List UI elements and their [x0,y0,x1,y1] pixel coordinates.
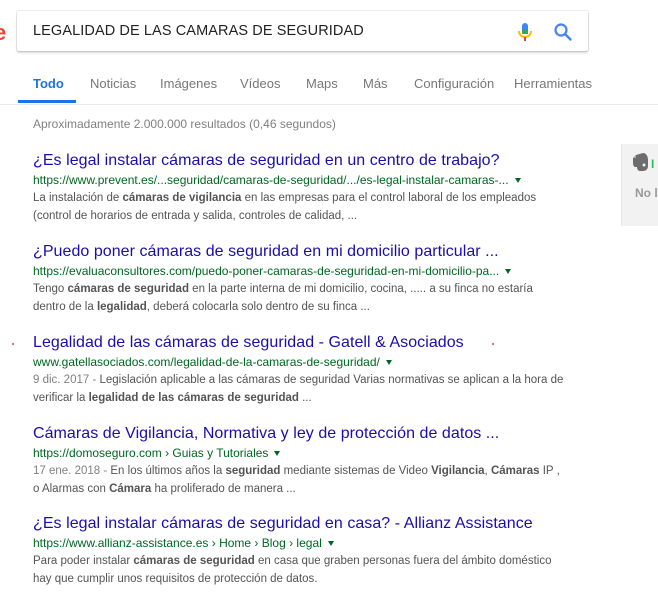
snippet-text: mediante sistemas de Video [280,465,432,477]
snippet-highlight: cámaras de seguridad [133,555,255,567]
snippet-text: IP , [539,465,560,477]
result-url-text: https://domoseguro.com › Guias y Tutoria… [33,446,269,460]
result-snippet: Tengo cámaras de seguridad en la parte i… [33,280,593,316]
decorative-dot [492,343,494,345]
snippet-line: Para poder instalar cámaras de seguridad… [33,552,593,570]
snippet-text: Tengo [33,283,68,295]
tabs-divider [0,104,658,105]
result-title-link[interactable]: ¿Es legal instalar cámaras de seguridad … [33,514,593,534]
result-url-text: https://evaluaconsultores.com/puedo-pone… [33,264,500,278]
result-url-text: https://www.allianz-assistance.es › Home… [33,536,322,550]
tab-todo[interactable]: Todo [33,76,64,91]
result-snippet: Para poder instalar cámaras de seguridad… [33,552,593,588]
snippet-highlight: cámaras de seguridad [67,283,189,295]
snippet-text: verificar la [33,392,89,404]
snippet-highlight: Vigilancia [431,465,485,477]
result-title-link[interactable]: ¿Es legal instalar cámaras de seguridad … [33,151,593,171]
tab-herramientas[interactable]: Herramientas [514,76,592,91]
snippet-text: o Alarmas con [33,483,110,495]
url-dropdown-caret-icon[interactable] [505,269,512,275]
search-input[interactable]: LEGALIDAD DE LAS CAMARAS DE SEGURIDAD [33,11,364,51]
snippet-line: verificar la legalidad de las cámaras de… [33,389,593,407]
url-dropdown-caret-icon[interactable] [274,451,281,457]
url-dropdown-caret-icon[interactable] [385,360,392,366]
active-tab-indicator [18,100,76,103]
decorative-dot [12,343,14,345]
result-url-text: https://www.prevent.es/...seguridad/cama… [33,173,509,187]
tab-videos[interactable]: Vídeos [240,76,280,91]
evernote-elephant-icon [633,153,648,171]
snippet-line: hay que cumplir unos requisitos de prote… [33,570,593,588]
side-panel-highlight-text: I [651,157,655,171]
snippet-text: hay que cumplir unos requisitos de prote… [33,573,318,585]
url-dropdown-caret-icon[interactable] [327,541,334,547]
search-box[interactable]: LEGALIDAD DE LAS CAMARAS DE SEGURIDAD [17,11,588,51]
snippet-text: Legislación aplicable a las cámaras de s… [99,374,564,386]
tab-maps[interactable]: Maps [306,76,338,91]
tab-configuracion[interactable]: Configuración [414,76,494,91]
result-url: https://www.prevent.es/...seguridad/cama… [33,172,593,188]
tab-mas[interactable]: Más [363,76,388,91]
search-tabs: Todo Noticias Imágenes Vídeos Maps Más C… [0,66,658,104]
snippet-line: o Alarmas con Cámara ha proliferado de m… [33,480,593,498]
snippet-highlight: legalidad de las cámaras de seguridad [88,392,299,404]
result-snippet: 9 dic. 2017 - Legislación aplicable a la… [33,371,593,407]
snippet-highlight: legalidad [96,301,147,313]
google-logo-fragment[interactable]: e [0,22,6,44]
snippet-text: En los últimos años la [110,465,226,477]
search-result: Cámaras de Vigilancia, Normativa y ley d… [33,424,593,498]
snippet-text: , deberá colocarla solo dentro de su fin… [146,301,370,313]
result-url: https://evaluaconsultores.com/puedo-pone… [33,263,593,279]
result-snippet: La instalación de cámaras de vigilancia … [33,189,593,225]
tab-noticias[interactable]: Noticias [90,76,136,91]
search-result: ¿Es legal instalar cámaras de seguridad … [33,514,593,588]
search-icon[interactable] [553,22,573,42]
snippet-highlight: Cámaras [490,465,540,477]
url-dropdown-caret-icon[interactable] [514,178,521,184]
result-title-link[interactable]: ¿Puedo poner cámaras de seguridad en mi … [33,242,593,262]
snippet-text: en casa que graben personas fuera del ám… [254,555,552,567]
snippet-line: 9 dic. 2017 - Legislación aplicable a la… [33,371,593,389]
result-stats: Aproximadamente 2.000.000 resultados (0,… [33,117,336,131]
snippet-line: (control de horarios de entrada y salida… [33,207,593,225]
result-snippet: 17 ene. 2018 - En los últimos años la se… [33,462,593,498]
snippet-highlight: seguridad [225,465,281,477]
result-title-link[interactable]: Cámaras de Vigilancia, Normativa y ley d… [33,424,593,444]
result-url: www.gatellasociados.com/legalidad-de-la-… [33,354,593,370]
snippet-text: en las empresas para el control laboral … [241,192,537,204]
snippet-highlight: Cámara [109,483,152,495]
snippet-line: dentro de la legalidad, deberá colocarla… [33,298,593,316]
result-title-link[interactable]: Legalidad de las cámaras de seguridad - … [33,333,593,353]
search-result: ¿Puedo poner cámaras de seguridad en mi … [33,242,593,316]
snippet-date: 17 ene. 2018 - [33,465,111,477]
result-url: https://www.allianz-assistance.es › Home… [33,535,593,551]
search-result: ¿Es legal instalar cámaras de seguridad … [33,151,593,225]
snippet-text: ha proliferado de manera ... [151,483,296,495]
result-url: https://domoseguro.com › Guias y Tutoria… [33,445,593,461]
snippet-line: La instalación de cámaras de vigilancia … [33,189,593,207]
snippet-highlight: cámaras de vigilancia [122,192,242,204]
side-panel-text: No l [635,186,658,200]
snippet-text: Para poder instalar [33,555,134,567]
snippet-text: dentro de la [33,301,97,313]
search-result: Legalidad de las cámaras de seguridad - … [33,333,593,407]
snippet-text: en la parte interna de mi domicilio, coc… [188,283,533,295]
snippet-text: (control de horarios de entrada y salida… [33,210,358,222]
snippet-date: 9 dic. 2017 - [33,374,100,386]
microphone-icon[interactable] [516,22,534,42]
snippet-text: ... [298,392,312,404]
result-url-text: www.gatellasociados.com/legalidad-de-la-… [33,355,380,369]
evernote-side-panel[interactable]: I No l [621,144,658,226]
tab-imagenes[interactable]: Imágenes [160,76,217,91]
snippet-line: Tengo cámaras de seguridad en la parte i… [33,280,593,298]
snippet-text: La instalación de [33,192,123,204]
snippet-line: 17 ene. 2018 - En los últimos años la se… [33,462,593,480]
